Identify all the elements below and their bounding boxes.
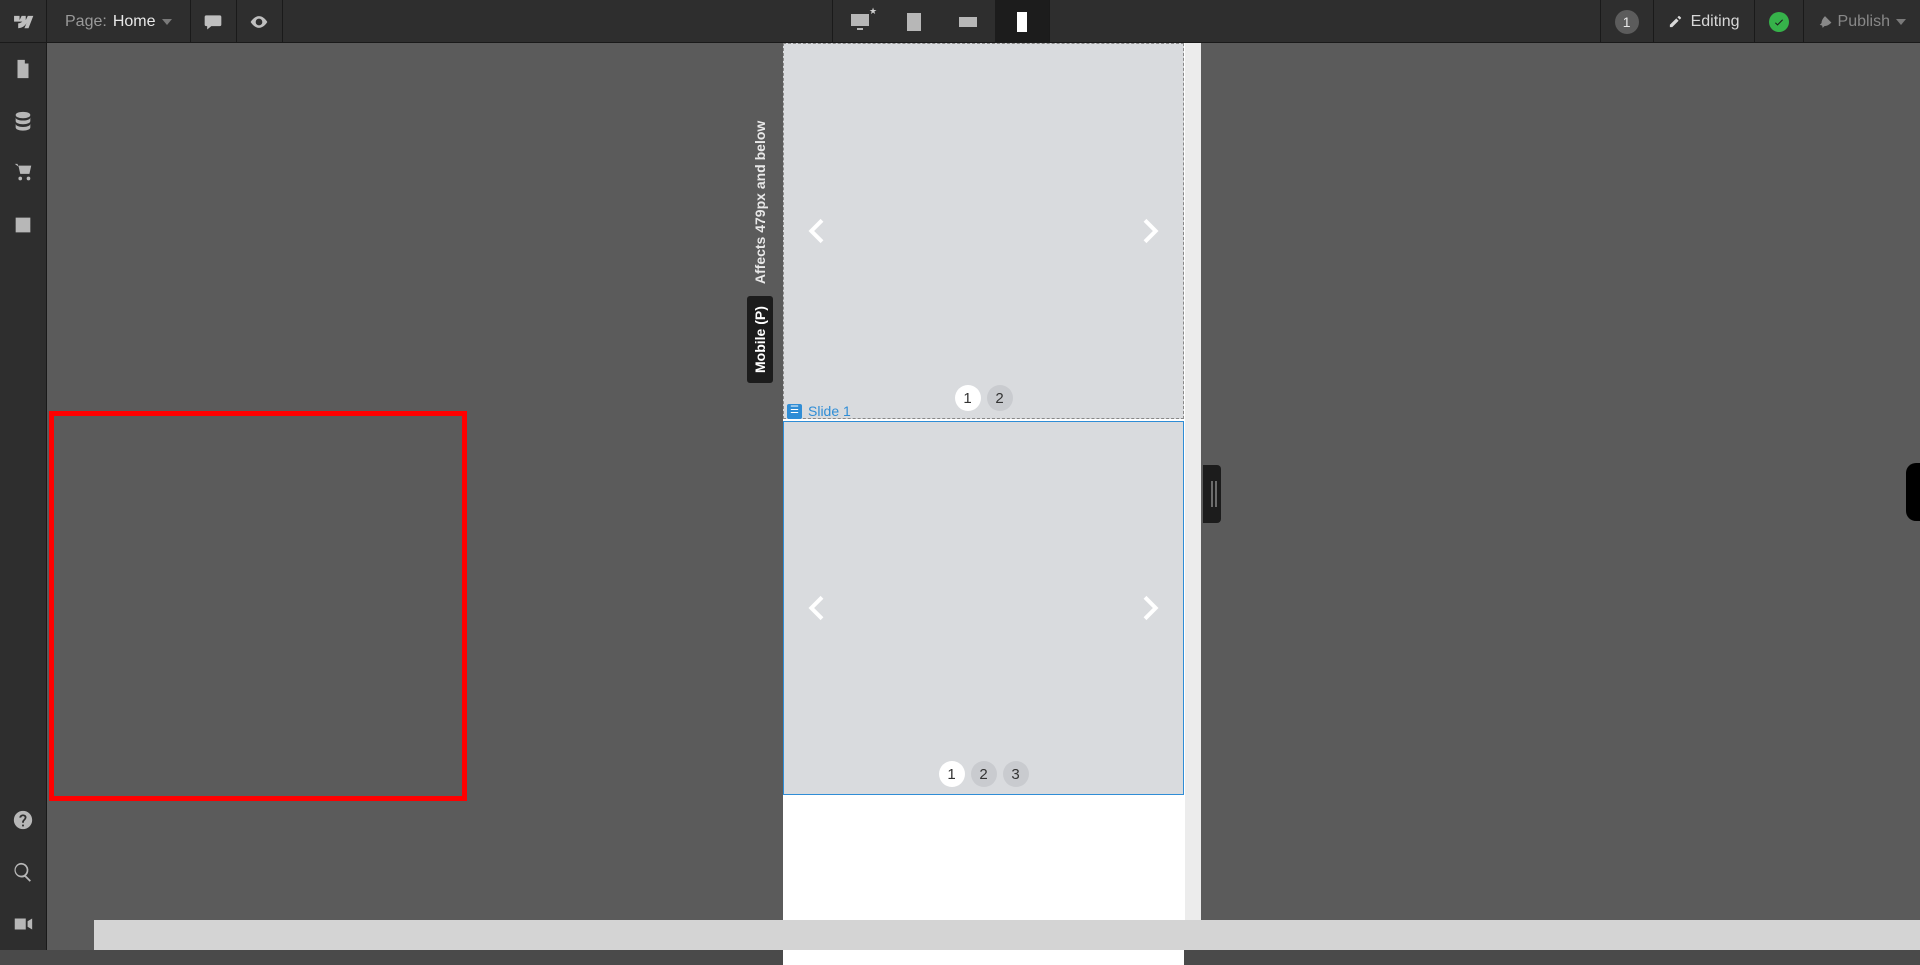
- eye-icon: [249, 12, 269, 32]
- cart-icon: [12, 162, 34, 184]
- page-name: Home: [113, 13, 156, 31]
- slider-prev-button[interactable]: [793, 206, 843, 256]
- topbar-spacer: [283, 0, 833, 42]
- canvas-area[interactable]: Mobile (P) Affects 479px and below 1 2 S…: [47, 43, 1920, 950]
- chevron-right-icon: [1133, 215, 1165, 247]
- mobile-landscape-icon: [956, 10, 980, 34]
- selection-tag[interactable]: Slide 1: [783, 401, 855, 421]
- breakpoint-label: Mobile (P) Affects 479px and below: [747, 121, 773, 383]
- chevron-right-icon: [1133, 592, 1165, 624]
- slider-dots: 1 2: [955, 385, 1013, 411]
- video-icon: [12, 913, 34, 935]
- comments-button[interactable]: [191, 0, 237, 43]
- chat-bubble-icon: [203, 12, 223, 32]
- slider-element-2-selected[interactable]: 1 2 3: [783, 421, 1184, 795]
- slider-dot[interactable]: 3: [1003, 761, 1029, 787]
- bottom-status-bar: [94, 920, 1920, 950]
- mobile-portrait-icon: [1010, 10, 1034, 34]
- video-tutorials-button[interactable]: [0, 898, 47, 950]
- left-sidebar: [0, 43, 47, 950]
- pages-panel-button[interactable]: [0, 43, 47, 95]
- top-bar: Page: Home ★ 1 Editing: [0, 0, 1920, 43]
- status-ok-badge: [1769, 12, 1789, 32]
- check-icon: [1773, 16, 1785, 28]
- topbar-spacer-2: [1050, 0, 1600, 42]
- publish-label: Publish: [1838, 13, 1890, 31]
- status-indicator[interactable]: [1754, 0, 1803, 43]
- search-icon: [12, 861, 34, 883]
- preview-scrollbar[interactable]: [1185, 43, 1201, 950]
- right-panel-collapse-handle[interactable]: [1906, 463, 1920, 521]
- webflow-logo-icon: [12, 11, 34, 33]
- slider-element-1[interactable]: 1 2: [783, 43, 1184, 419]
- slider-dot[interactable]: 2: [971, 761, 997, 787]
- page-selector[interactable]: Page: Home: [47, 0, 191, 43]
- topbar-right-group: 1 Editing Publish: [1600, 0, 1920, 42]
- chevron-down-icon: [1896, 19, 1906, 25]
- cms-panel-button[interactable]: [0, 95, 47, 147]
- publish-button[interactable]: Publish: [1803, 0, 1920, 43]
- page-label: Page:: [65, 13, 107, 31]
- slider-next-button[interactable]: [1124, 583, 1174, 633]
- page-icon: [12, 58, 34, 80]
- slider-dot[interactable]: 1: [955, 385, 981, 411]
- breakpoint-switcher: ★: [832, 0, 1050, 42]
- slider-dot[interactable]: 1: [939, 761, 965, 787]
- chevron-left-icon: [802, 215, 834, 247]
- breakpoint-mobile-landscape[interactable]: [941, 0, 995, 43]
- breakpoint-mobile-portrait[interactable]: [995, 0, 1049, 43]
- tablet-icon: [902, 10, 926, 34]
- collaborators-button[interactable]: 1: [1600, 0, 1653, 43]
- editing-mode-button[interactable]: Editing: [1653, 0, 1754, 43]
- assets-panel-button[interactable]: [0, 199, 47, 251]
- ecommerce-panel-button[interactable]: [0, 147, 47, 199]
- base-breakpoint-star-icon: ★: [869, 6, 877, 17]
- breakpoint-desktop[interactable]: ★: [833, 0, 887, 43]
- breakpoint-name: Mobile (P): [747, 296, 773, 383]
- collaborator-count: 1: [1615, 10, 1639, 34]
- editing-label: Editing: [1691, 13, 1740, 31]
- selection-label: Slide 1: [808, 403, 851, 419]
- pencil-icon: [1668, 14, 1683, 29]
- rocket-icon: [1818, 15, 1832, 29]
- chevron-left-icon: [802, 592, 834, 624]
- device-preview-frame: 1 2 Slide 1 1 2 3: [783, 43, 1201, 950]
- preview-button[interactable]: [237, 0, 283, 43]
- slider-dot[interactable]: 2: [987, 385, 1013, 411]
- panel-resize-handle[interactable]: [1203, 465, 1221, 523]
- slider-prev-button[interactable]: [793, 583, 843, 633]
- breakpoint-tablet[interactable]: [887, 0, 941, 43]
- image-icon: [12, 214, 34, 236]
- webflow-logo-button[interactable]: [0, 0, 47, 43]
- database-icon: [12, 110, 34, 132]
- breakpoint-description: Affects 479px and below: [752, 121, 768, 284]
- help-button[interactable]: [0, 794, 47, 846]
- slider-next-button[interactable]: [1124, 206, 1174, 256]
- chevron-down-icon: [162, 19, 172, 25]
- search-button[interactable]: [0, 846, 47, 898]
- slider-dots: 1 2 3: [939, 761, 1029, 787]
- help-icon: [12, 809, 34, 831]
- slide-element-icon: [787, 404, 802, 419]
- highlight-annotation-box: [49, 411, 467, 801]
